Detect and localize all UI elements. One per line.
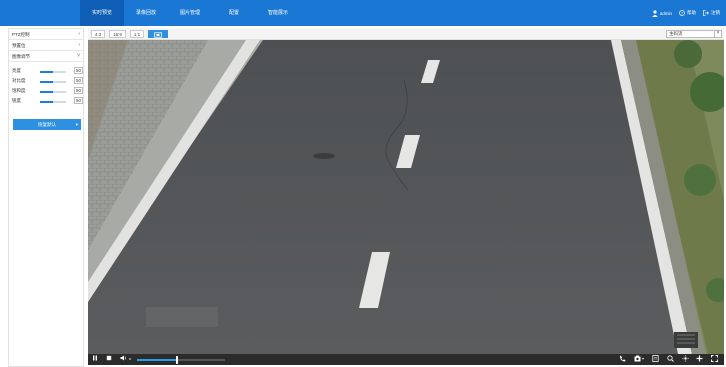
chevron-down-icon: ˅ (77, 53, 80, 59)
username: admin (659, 10, 672, 16)
top-navigation-bar: 实时预览 录像回放 图片管理 配置 智能展示 admin ? 帮助 注销 (0, 0, 726, 26)
main-nav: 实时预览 录像回放 图片管理 配置 智能展示 (80, 0, 300, 26)
pause-icon (93, 355, 97, 361)
help-link[interactable]: ? 帮助 (679, 10, 696, 16)
record-icon (620, 355, 626, 362)
nav-live-view[interactable]: 实时预览 (80, 0, 124, 26)
plus-icon (696, 355, 703, 362)
chevron-right-icon: › (78, 31, 80, 37)
volume-slider[interactable] (137, 358, 225, 361)
live-video-view[interactable] (88, 40, 724, 354)
restore-default-button[interactable]: 恢复默认 ▾ (13, 119, 81, 130)
logout-link[interactable]: 注销 (703, 10, 720, 16)
control-sidebar: PTZ控制 › 预置位 › 图像调节 ˅ 亮度 50 对比度 50 饱和度 50… (8, 28, 84, 367)
stop-button[interactable] (105, 355, 113, 364)
brightness-value[interactable]: 50 (74, 67, 83, 74)
nav-picture-management[interactable]: 图片管理 (168, 0, 212, 26)
fullscreen-icon (711, 355, 718, 362)
fullscreen-button[interactable] (710, 355, 719, 364)
chevron-right-icon: › (78, 42, 80, 48)
original-size-icon (154, 31, 162, 38)
brightness-label: 亮度 (12, 68, 21, 73)
camera-icon (634, 355, 644, 362)
digital-zoom-button[interactable] (695, 355, 704, 364)
help-icon: ? (679, 10, 685, 16)
stream-type-value: 主码流 (669, 31, 683, 36)
user-menu[interactable]: admin (652, 9, 672, 17)
nav-smart-display[interactable]: 智能展示 (256, 0, 300, 26)
contrast-adjust: 对比度 50 (9, 76, 83, 86)
nav-configuration[interactable]: 配置 (212, 0, 256, 26)
zoom-button[interactable] (666, 355, 675, 364)
contrast-slider[interactable] (40, 80, 66, 83)
logout-label: 注销 (711, 10, 720, 15)
sharpness-label: 锐度 (12, 98, 21, 103)
brightness-slider[interactable] (40, 70, 66, 73)
nav-playback[interactable]: 录像回放 (124, 0, 168, 26)
user-area: admin ? 帮助 注销 (645, 0, 720, 26)
stream-type-select[interactable]: 主码流 ˅ (666, 30, 722, 38)
saturation-value[interactable]: 50 (74, 87, 83, 94)
restore-default-label: 恢复默认 (38, 122, 56, 127)
chevron-down-icon: ˅ (714, 30, 721, 38)
sharpness-value[interactable]: 50 (74, 97, 83, 104)
image-adjust-label: 图像调节 (12, 54, 30, 59)
logout-icon (703, 10, 709, 16)
record-button[interactable] (618, 355, 627, 364)
saturation-label: 饱和度 (12, 88, 26, 93)
ratio-1-1-button[interactable]: 1:1 (130, 30, 144, 38)
contrast-value[interactable]: 50 (74, 77, 83, 84)
brightness-adjust: 亮度 50 (9, 66, 83, 76)
preset-section[interactable]: 预置位 › (9, 40, 83, 51)
user-icon (652, 9, 658, 17)
snapshot-button[interactable] (633, 355, 645, 364)
volume-icon (120, 355, 132, 361)
caret-down-icon: ▾ (75, 122, 78, 127)
volume-button[interactable] (119, 355, 133, 364)
clip-icon (652, 355, 659, 362)
camera-feed-image (88, 40, 724, 354)
saturation-adjust: 饱和度 50 (9, 86, 83, 96)
preset-label: 预置位 (12, 43, 26, 48)
move-icon (682, 355, 689, 362)
ratio-16-9-button[interactable]: 16:9 (109, 30, 126, 38)
stop-icon (106, 355, 112, 361)
video-toolbar: 4:3 16:9 1:1 主码流 ˅ (88, 28, 724, 40)
ptz-control-label: PTZ控制 (12, 32, 30, 37)
ptz-toggle-button[interactable] (681, 355, 690, 364)
ptz-control-section[interactable]: PTZ控制 › (9, 29, 83, 40)
clip-button[interactable] (651, 355, 660, 364)
contrast-label: 对比度 (12, 78, 26, 83)
sharpness-slider[interactable] (40, 100, 66, 103)
sharpness-adjust: 锐度 50 (9, 96, 83, 106)
volume-slider-handle[interactable] (175, 355, 178, 364)
ratio-4-3-button[interactable]: 4:3 (91, 30, 105, 38)
playback-controls (88, 354, 724, 365)
ratio-1-1-label: 1:1 (133, 32, 141, 37)
image-adjust-section[interactable]: 图像调节 ˅ (9, 51, 83, 62)
help-label: 帮助 (687, 10, 696, 15)
saturation-slider[interactable] (40, 90, 66, 93)
pause-button[interactable] (91, 355, 99, 364)
zoom-icon (667, 355, 674, 362)
original-ratio-button[interactable] (148, 30, 168, 38)
